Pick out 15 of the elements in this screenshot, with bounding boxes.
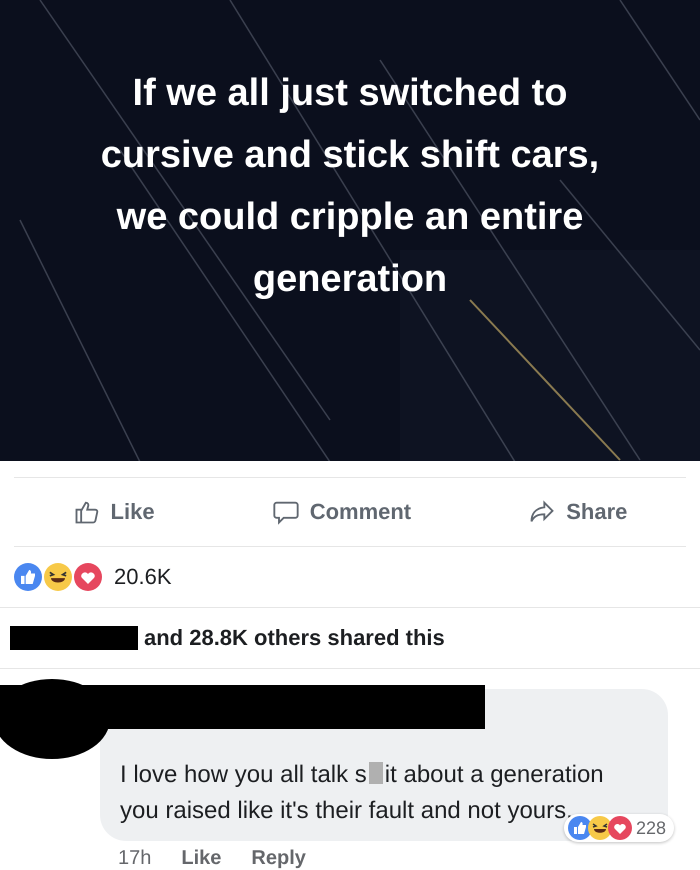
reaction-count[interactable]: 20.6K	[114, 564, 172, 590]
comment-button[interactable]: Comment	[264, 494, 420, 530]
like-link[interactable]: Like	[181, 847, 222, 870]
shares-text[interactable]: and 28.8K others shared this	[144, 625, 445, 652]
like-button[interactable]: Like	[64, 494, 163, 530]
laugh-reaction-icon	[588, 816, 612, 840]
heart-reaction-icon	[608, 816, 632, 840]
heart-reaction-icon	[74, 563, 102, 592]
share-button[interactable]: Share	[520, 494, 636, 530]
comment-time: 17h	[118, 847, 152, 870]
laugh-reaction-icon	[44, 563, 72, 592]
like-reaction-icon	[14, 563, 42, 592]
reply-link[interactable]: Reply	[251, 847, 306, 870]
post-image-caption: If we all just switched to cursive and stick shift cars, we could cripple an entire generation	[100, 71, 600, 302]
comment-reaction-count: 228	[636, 818, 666, 838]
